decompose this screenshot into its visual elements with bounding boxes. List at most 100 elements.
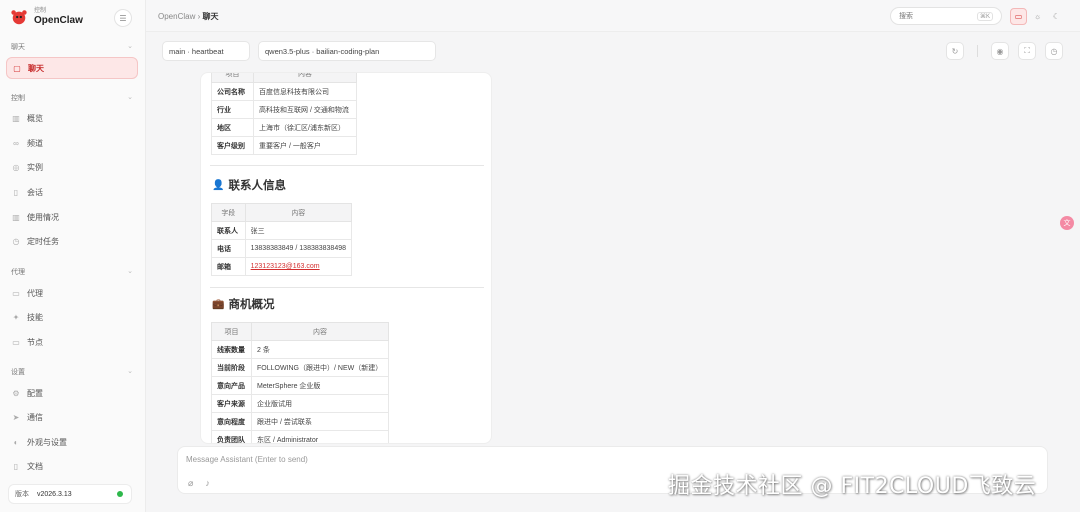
sidebar-item-label: 频道 <box>27 138 43 148</box>
email-link[interactable]: 123123123@163.com <box>251 263 320 270</box>
gear-icon: ⚙ <box>12 388 20 398</box>
sidebar-item-label: 使用情况 <box>27 212 59 222</box>
table-row: 地区 上海市（徐汇区/浦东新区） <box>211 118 357 137</box>
sidebar-item-label: 实例 <box>27 162 43 172</box>
company-table: 项目 内容 公司名称 百度信息科技有限公司 行业 高科技和互联网 / 交通和物流 地区… <box>211 73 357 155</box>
sidebar-item-chat[interactable]: ▢ 聊天 <box>6 57 138 79</box>
contact-table: 字段 内容 联系人 张三 电话 13838383849 / 13838383849​8… <box>211 203 353 276</box>
table-row: 联系人 张三 <box>211 221 353 240</box>
openclaw-logo-icon <box>11 10 27 25</box>
breadcrumb-parent[interactable]: OpenClaw <box>158 12 195 21</box>
sidebar-item-label: 会话 <box>27 187 43 197</box>
sidebar-item-channels[interactable]: ∞ 频道 <box>6 132 138 154</box>
file-icon: ▯ <box>13 187 19 197</box>
table-row: 公司名称 百度信息科技有限公司 <box>211 82 357 101</box>
radio-icon: ◎ <box>12 162 20 172</box>
brand-name: OpenClaw <box>34 15 83 26</box>
sidebar-item-nodes[interactable]: ▭ 节点 <box>6 331 138 353</box>
table-row: 客户级别 重要客户 / 一般客户 <box>211 136 357 155</box>
group-chat-label[interactable]: 聊天 ⌄ <box>11 42 133 52</box>
version-label: 版本 <box>15 491 29 498</box>
sidebar-item-instances[interactable]: ◎ 实例 <box>6 156 138 178</box>
chat-icon: ▢ <box>13 63 21 73</box>
top-bar: OpenClaw › 聊天 搜索 ⌘K ▭ ☼ ☾ <box>146 0 1080 32</box>
menu-icon: ☰ <box>119 13 127 23</box>
search-input[interactable]: 搜索 ⌘K <box>890 7 1002 25</box>
brand[interactable]: 控制 OpenClaw <box>10 8 83 26</box>
focus-mode-button[interactable]: ⛶ <box>1018 42 1036 60</box>
collapse-sidebar-button[interactable]: ☰ <box>114 9 132 27</box>
translate-icon[interactable]: 文 <box>1060 216 1074 230</box>
table-header: 项目 <box>211 322 252 341</box>
table-header: 内容 <box>251 322 389 341</box>
table-row: 行业 高科技和互联网 / 交通和物流 <box>211 100 357 119</box>
sidebar-item-usage[interactable]: ▥ 使用情况 <box>6 206 138 228</box>
brand-subtitle: 控制 <box>34 8 47 14</box>
sidebar-item-label: 定时任务 <box>27 236 59 246</box>
theme-system-button[interactable]: ▭ <box>1010 7 1027 25</box>
sidebar-item-docs[interactable]: ▯ 文档 <box>6 455 138 477</box>
table-header: 内容 <box>244 203 353 222</box>
message-input[interactable]: Message Assistant (Enter to send) <box>186 455 308 464</box>
breadcrumb-current: 聊天 <box>202 12 219 21</box>
microphone-icon[interactable]: ♪ <box>205 478 210 489</box>
table-header: 项目 <box>211 73 254 83</box>
sidebar-item-agents[interactable]: ▭ 代理 <box>6 282 138 304</box>
sparkle-icon: ✦ <box>12 312 20 322</box>
sidebar-item-config[interactable]: ⚙ 配置 <box>6 382 138 404</box>
chevron-down-icon: ⌄ <box>127 43 133 50</box>
sidebar-item-label: 外观与设置 <box>27 437 67 447</box>
moon-icon: ☾ <box>1052 11 1061 21</box>
sidebar-item-skills[interactable]: ✦ 技能 <box>6 306 138 328</box>
toolbar-divider <box>977 45 978 57</box>
sidebar-item-label: 通信 <box>27 412 43 422</box>
watermark: 掘金技术社区 @ FIT2CLOUD飞致云 <box>668 474 1037 499</box>
breadcrumb: OpenClaw › 聊天 <box>158 11 219 22</box>
history-button[interactable]: ◷ <box>1045 42 1063 60</box>
sidebar-item-comms[interactable]: ➤ 通信 <box>6 406 138 428</box>
theme-light-button[interactable]: ☼ <box>1029 8 1046 25</box>
document-icon: ▯ <box>13 461 19 471</box>
version-badge: 版本 v2026.3.13 <box>8 484 132 504</box>
table-row: 意向产品 MeterSphere 企业版 <box>211 376 389 395</box>
sidebar-item-overview[interactable]: ▥ 概览 <box>6 107 138 129</box>
divider <box>210 287 484 288</box>
opportunity-heading: 💼 商机概况 <box>212 298 275 312</box>
sidebar-item-cron[interactable]: ◷ 定时任务 <box>6 230 138 252</box>
chevron-down-icon: ⌄ <box>127 368 133 375</box>
sidebar: 控制 OpenClaw ☰ 聊天 ⌄ ▢ 聊天 控制 ⌄ ▥ 概览 ∞ 频道 ◎ 实例 ▯… <box>0 0 146 512</box>
theme-dark-button[interactable]: ☾ <box>1048 8 1065 25</box>
folder-icon: ▭ <box>12 288 20 298</box>
sidebar-item-sessions[interactable]: ▯ 会话 <box>6 181 138 203</box>
contact-heading: 👤 联系人信息 <box>212 179 286 193</box>
sidebar-item-label: 代理 <box>27 288 43 298</box>
version-value: v2026.3.13 <box>37 490 72 498</box>
refresh-button[interactable]: ↻ <box>946 42 964 60</box>
bar-chart-icon: ▥ <box>12 113 20 123</box>
thinking-toggle-button[interactable]: ◉ <box>991 42 1009 60</box>
table-row: 客户来源 企业版试用 <box>211 394 389 413</box>
search-shortcut: ⌘K <box>976 11 993 21</box>
attach-icon[interactable]: ⌀ <box>188 478 193 489</box>
sidebar-item-appearance[interactable]: ◐ 外观与设置 <box>6 431 138 453</box>
group-settings-label[interactable]: 设置 ⌄ <box>11 367 133 377</box>
chevron-down-icon: ⌄ <box>127 94 133 101</box>
table-row: 意向程度 跟进中 / 尝试联系 <box>211 412 389 431</box>
table-header: 字段 <box>211 203 246 222</box>
sidebar-item-label: 聊天 <box>28 63 44 73</box>
composer-tools: ⌀ ♪ <box>188 478 210 489</box>
table-header: 内容 <box>253 73 357 83</box>
refresh-icon: ↻ <box>951 46 959 56</box>
palette-icon: ◐ <box>13 437 19 447</box>
model-select[interactable]: qwen3.5-plus · bailian-coding-plan <box>258 41 436 61</box>
group-control-label[interactable]: 控制 ⌄ <box>11 93 133 103</box>
monitor-icon: ▭ <box>12 337 20 347</box>
sidebar-item-label: 概览 <box>27 113 43 123</box>
group-agent-label[interactable]: 代理 ⌄ <box>11 267 133 277</box>
sidebar-item-label: 文档 <box>27 461 43 471</box>
table-row: 当前阶段 FOLLOWING（跟进中）/ NEW（新建） <box>211 358 389 377</box>
send-icon: ➤ <box>12 412 20 422</box>
table-row: 线索数量 2 条 <box>211 340 389 359</box>
session-select[interactable]: main · heartbeat <box>162 41 250 61</box>
sidebar-item-label: 节点 <box>27 337 43 347</box>
